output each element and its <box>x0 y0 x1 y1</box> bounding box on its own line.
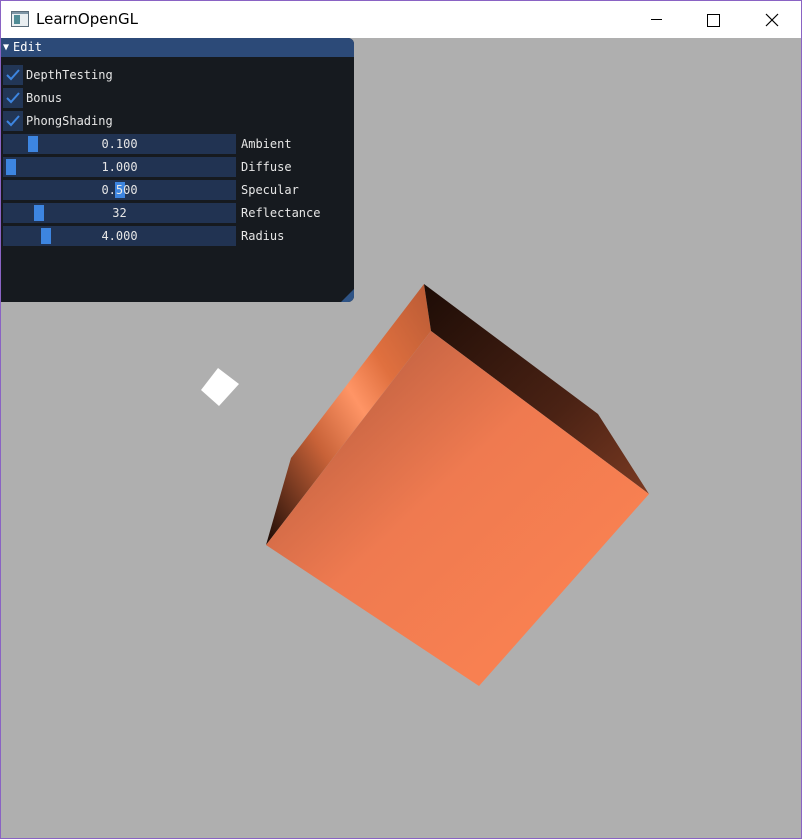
checkbox-box[interactable] <box>3 88 23 108</box>
slider-reflectance[interactable]: 32 Reflectance <box>3 203 320 223</box>
checkbox-phong-shading[interactable]: PhongShading <box>3 111 113 131</box>
imgui-edit-panel[interactable]: ▼ Edit DepthTesting Bonus PhongShading 0… <box>1 38 354 302</box>
checkbox-label: DepthTesting <box>26 68 113 82</box>
maximize-button[interactable] <box>685 2 743 38</box>
light-source-cube <box>201 368 239 406</box>
checkbox-box[interactable] <box>3 65 23 85</box>
slider-value: 4.000 <box>101 229 138 243</box>
slider-specular[interactable]: 0.500 Specular <box>3 180 299 200</box>
slider-diffuse[interactable]: 1.000 Diffuse <box>3 157 292 177</box>
slider-track[interactable]: 32 <box>3 203 236 223</box>
checkbox-box[interactable] <box>3 111 23 131</box>
checkmark-icon <box>6 69 20 81</box>
panel-header[interactable]: ▼ Edit <box>1 38 354 57</box>
checkbox-bonus[interactable]: Bonus <box>3 88 62 108</box>
slider-track[interactable]: 0.500 <box>3 180 236 200</box>
slider-ambient[interactable]: 0.100 Ambient <box>3 134 292 154</box>
slider-label: Ambient <box>241 137 292 151</box>
panel-title: Edit <box>13 40 42 54</box>
slider-label: Diffuse <box>241 160 292 174</box>
checkmark-icon <box>6 92 20 104</box>
checkbox-label: Bonus <box>26 91 63 105</box>
close-button[interactable] <box>743 2 801 38</box>
checkbox-depth-testing[interactable]: DepthTesting <box>3 65 113 85</box>
close-icon <box>765 13 779 27</box>
slider-value: 0.500 <box>101 183 138 197</box>
checkbox-label: PhongShading <box>26 114 113 128</box>
cube-front-face <box>266 331 649 686</box>
slider-label: Reflectance <box>241 206 321 220</box>
checkmark-icon <box>6 115 20 127</box>
slider-label: Radius <box>241 229 285 243</box>
slider-value: 32 <box>112 206 127 220</box>
minimize-button[interactable] <box>628 2 686 38</box>
slider-track[interactable]: 1.000 <box>3 157 236 177</box>
resize-grip[interactable] <box>341 289 354 302</box>
slider-value: 1.000 <box>101 160 138 174</box>
slider-track[interactable]: 4.000 <box>3 226 236 246</box>
triangle-down-icon[interactable]: ▼ <box>3 38 9 57</box>
slider-track[interactable]: 0.100 <box>3 134 236 154</box>
slider-radius[interactable]: 4.000 Radius <box>3 226 284 246</box>
title-bar[interactable]: LearnOpenGL <box>1 1 801 38</box>
app-window-icon <box>11 11 29 27</box>
slider-value: 0.100 <box>101 137 138 151</box>
slider-label: Specular <box>241 183 299 197</box>
window-title: LearnOpenGL <box>36 10 138 28</box>
